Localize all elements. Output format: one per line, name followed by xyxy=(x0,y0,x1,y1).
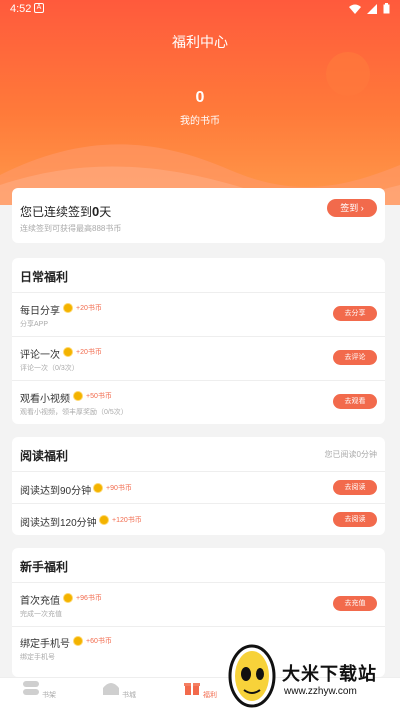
bookshelf-icon xyxy=(23,681,40,695)
task-name: 观看小视频 xyxy=(20,394,70,405)
task-row-read-90: 阅读达到90分钟 +90书币 去阅读 xyxy=(12,471,385,503)
status-time: 4:52 xyxy=(10,3,32,15)
coin-icon xyxy=(74,392,82,400)
nav-bookshelf[interactable]: 书架 xyxy=(14,680,64,700)
signin-button[interactable]: 签到 › xyxy=(327,199,377,217)
system-icons xyxy=(349,3,390,14)
nav-welfare-label: 福利 xyxy=(202,692,217,699)
read-button[interactable]: 去阅读 xyxy=(333,480,377,495)
task-reward: +60书币 xyxy=(74,636,112,646)
task-reward: +120书币 xyxy=(100,515,142,525)
task-name: 阅读达到120分钟 xyxy=(20,518,97,529)
coin-balance: 0 xyxy=(195,89,205,106)
nav-store[interactable]: 书城 xyxy=(94,680,144,700)
header-banner: 福利中心 0 我的书币 xyxy=(0,0,400,205)
task-reward-text: +20书币 xyxy=(76,305,102,312)
page-title: 福利中心 xyxy=(172,34,228,50)
task-desc: 绑定手机号 xyxy=(20,654,55,661)
task-reward: +20书币 xyxy=(64,303,102,313)
watermark-text: 大米下载站 xyxy=(282,664,377,684)
task-desc: 分享APP xyxy=(20,321,49,328)
reading-welfare-title: 阅读福利 xyxy=(20,449,69,463)
task-row-read-120: 阅读达到120分钟 +120书币 去阅读 xyxy=(12,503,385,535)
store-icon xyxy=(103,683,120,695)
coin-icon xyxy=(74,637,82,645)
status-bar: 4:52 A xyxy=(0,0,400,18)
task-reward-text: +96书币 xyxy=(76,595,102,602)
task-reward: +90书币 xyxy=(94,483,132,493)
reading-welfare-card: 阅读福利 您已阅读0分钟 阅读达到90分钟 +90书币 去阅读 阅读达到120分… xyxy=(12,437,385,535)
coin-icon xyxy=(64,348,72,356)
task-name: 阅读达到90分钟 xyxy=(20,486,92,497)
watermark-url: www.zzhyw.com xyxy=(284,686,357,697)
comment-button[interactable]: 去评论 xyxy=(333,350,377,365)
read-button[interactable]: 去阅读 xyxy=(333,512,377,527)
task-desc: 观看小视频，领丰厚奖励（0/5次） xyxy=(20,409,128,416)
share-button[interactable]: 去分享 xyxy=(333,306,377,321)
watch-button[interactable]: 去观看 xyxy=(333,394,377,409)
signin-title-prefix: 您已连续签到 xyxy=(20,205,93,219)
signin-card: 您已连续签到0天 连续签到可获得最高888书币 签到 › xyxy=(12,188,385,243)
task-row-share: 每日分享 +20书币 分享APP 去分享 xyxy=(12,292,385,336)
task-name: 每日分享 xyxy=(20,306,60,317)
task-desc: 评论一次（0/3次） xyxy=(20,365,79,372)
task-name: 绑定手机号 xyxy=(20,639,70,650)
task-reward-text: +60书币 xyxy=(86,638,112,645)
coin-icon xyxy=(100,516,108,524)
task-reward: +50书币 xyxy=(74,391,112,401)
nav-bookshelf-label: 书架 xyxy=(41,692,56,699)
task-name: 首次充值 xyxy=(20,596,60,607)
task-row-recharge: 首次充值 +96书币 完成一次充值 去充值 xyxy=(12,582,385,626)
task-desc: 完成一次充值 xyxy=(20,611,62,618)
nav-store-label: 书城 xyxy=(121,692,136,699)
coin-icon xyxy=(64,304,72,312)
task-reward: +20书币 xyxy=(64,347,102,357)
coin-balance-label: 我的书币 xyxy=(180,116,220,127)
coin-icon xyxy=(94,484,102,492)
task-reward-text: +120书币 xyxy=(112,517,142,524)
daily-welfare-card: 日常福利 每日分享 +20书币 分享APP 去分享 评论一次 +20书币 评论一… xyxy=(12,258,385,424)
task-reward-text: +50书币 xyxy=(86,393,112,400)
signin-title-suffix: 天 xyxy=(99,205,112,219)
task-row-video: 观看小视频 +50书币 观看小视频，领丰厚奖励（0/5次） 去观看 xyxy=(12,380,385,424)
task-name: 评论一次 xyxy=(20,350,60,361)
reading-minutes: 您已阅读0分钟 xyxy=(324,450,377,459)
task-reward-text: +20书币 xyxy=(76,349,102,356)
recharge-button[interactable]: 去充值 xyxy=(333,596,377,611)
wifi-icon xyxy=(349,4,361,14)
coin-icon xyxy=(64,594,72,602)
gift-icon xyxy=(184,683,201,695)
daily-welfare-title: 日常福利 xyxy=(20,270,69,284)
mascot-logo xyxy=(228,644,276,708)
battery-icon xyxy=(383,3,390,14)
task-reward: +96书币 xyxy=(64,593,102,603)
signal-icon xyxy=(367,3,377,14)
task-row-comment: 评论一次 +20书币 评论一次（0/3次） 去评论 xyxy=(12,336,385,380)
newbie-welfare-title: 新手福利 xyxy=(20,560,69,574)
watermark: 大米下载站 www.zzhyw.com xyxy=(228,632,400,711)
notification-icon: A xyxy=(34,3,44,13)
task-reward-text: +90书币 xyxy=(106,485,132,492)
signin-title: 您已连续签到0天 xyxy=(20,203,111,220)
nav-welfare[interactable]: 福利 xyxy=(175,680,225,700)
signin-subtitle: 连续签到可获得最高888书币 xyxy=(20,224,122,233)
